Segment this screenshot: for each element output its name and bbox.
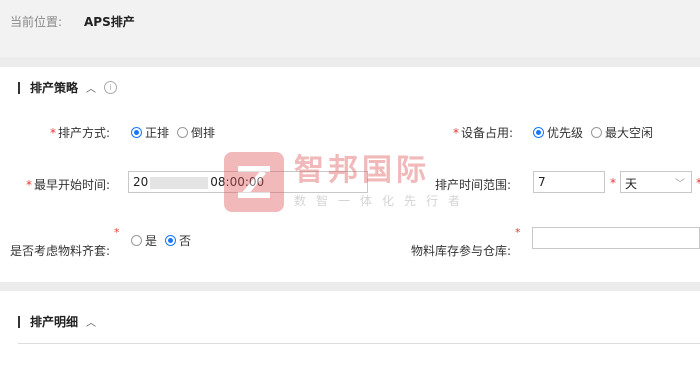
section-marker	[18, 81, 20, 94]
required-marker: *	[515, 226, 521, 239]
range-label: 排产时间范围:	[435, 178, 512, 192]
range-value-input[interactable]: 7	[533, 171, 605, 193]
kitting-option-no[interactable]: 否	[165, 232, 191, 249]
method-radio-group: 正排 倒排	[131, 124, 223, 141]
range-unit-select[interactable]: 天 ﹀	[620, 171, 692, 193]
device-radio-group: 优先级 最大空闲	[533, 124, 661, 141]
radio-button[interactable]	[165, 235, 177, 246]
warehouse-label: 物料库存参与仓库:	[411, 244, 512, 258]
required-marker: *	[114, 226, 120, 239]
strategy-card: 排产策略 ︿ i * 排产方式: 正排 倒排 * 设备占用: 优先级 最大空闲 * 最…	[0, 67, 700, 282]
detail-title: 排产明细	[30, 315, 79, 329]
radio-button[interactable]	[177, 127, 189, 138]
method-option-backward[interactable]: 倒排	[177, 124, 215, 141]
device-label: * 设备占用:	[453, 126, 514, 140]
radio-button[interactable]	[591, 127, 603, 138]
warehouse-input[interactable]	[532, 227, 700, 249]
breadcrumb-prefix: 当前位置:	[10, 15, 63, 29]
chevron-up-icon[interactable]: ︿	[86, 314, 96, 329]
info-icon[interactable]: i	[104, 81, 118, 94]
detail-card: 排产明细 ︿	[0, 291, 700, 368]
radio-button[interactable]	[131, 235, 142, 246]
kitting-option-yes[interactable]: 是	[131, 232, 157, 249]
required-marker: *	[696, 176, 700, 190]
method-label: * 排产方式:	[50, 126, 111, 140]
chevron-up-icon[interactable]: ︿	[86, 80, 96, 95]
strategy-title: 排产策略	[30, 81, 79, 95]
earliest-label: * 最早开始时间:	[26, 178, 111, 192]
method-option-forward[interactable]: 正排	[131, 124, 169, 141]
required-marker: *	[610, 176, 616, 190]
divider	[18, 343, 700, 344]
breadcrumb-current: APS排产	[84, 15, 135, 29]
earliest-start-input[interactable]: 20 08:00:00	[128, 171, 368, 193]
kitting-radio-group: 是 否	[131, 232, 199, 249]
kitting-label: 是否考虑物料齐套:	[10, 244, 111, 258]
device-option-max-idle[interactable]: 最大空闲	[591, 124, 653, 141]
detail-header[interactable]: 排产明细 ︿	[18, 313, 96, 330]
section-marker	[18, 315, 20, 328]
chevron-down-icon: ﹀	[675, 179, 685, 190]
radio-button[interactable]	[533, 127, 544, 138]
redacted-date	[150, 176, 209, 189]
strategy-header[interactable]: 排产策略 ︿ i	[18, 79, 118, 96]
device-option-priority[interactable]: 优先级	[533, 124, 583, 141]
radio-button[interactable]	[131, 127, 142, 138]
breadcrumb: 当前位置: APS排产	[0, 0, 700, 57]
